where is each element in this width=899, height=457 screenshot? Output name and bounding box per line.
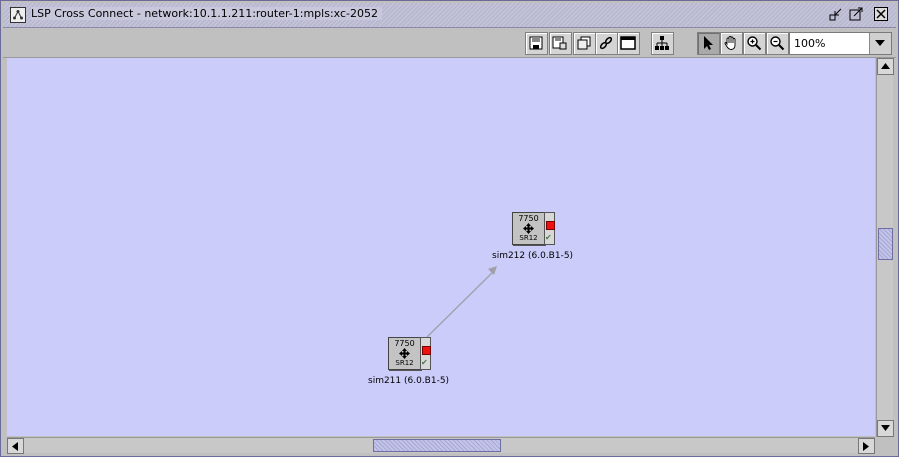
scroll-right-icon[interactable] [858,438,875,454]
router-node-sim212[interactable]: 7750 SR12 ✔ [512,212,556,246]
alarm-led-icon [422,346,431,355]
scroll-corner [876,437,892,452]
zoom-in-icon[interactable] [743,32,766,55]
zoom-out-icon[interactable] [766,32,789,55]
select-arrow-icon[interactable] [697,32,720,55]
fit-window-icon[interactable] [617,32,640,55]
layout-icon[interactable] [651,32,674,55]
minimize-icon[interactable] [829,7,843,21]
check-icon: ✔ [545,233,552,242]
zoom-value: 100% [794,37,826,50]
router-icon: 7750 SR12 [512,212,545,245]
pan-hand-icon[interactable] [720,32,743,55]
vertical-scrollbar[interactable] [876,58,894,437]
maximize-icon[interactable] [849,7,863,21]
zoom-select[interactable]: 100% [789,32,892,55]
toolbar: 100% [3,29,896,58]
move-arrows-icon [523,223,534,234]
node-label: sim211 (6.0.B1-5) [368,376,450,386]
status-panel: ✔ [544,212,555,245]
network-icon [10,7,26,23]
window-title: LSP Cross Connect - network:10.1.1.211:r… [31,7,382,20]
scroll-down-icon[interactable] [877,420,894,437]
scroll-up-icon[interactable] [877,58,894,75]
node-label: sim212 (6.0.B1-5) [492,251,574,261]
router-node-sim211[interactable]: 7750 SR12 ✔ [388,337,432,371]
vertical-scroll-thumb[interactable] [878,228,893,260]
horizontal-scrollbar[interactable] [7,437,875,454]
link-icon[interactable] [595,32,618,55]
chevron-down-icon[interactable] [869,33,891,54]
alarm-led-icon [546,221,555,230]
link-arrow-icon [488,266,497,275]
check-icon: ✔ [421,358,428,367]
window-frame: LSP Cross Connect - network:10.1.1.211:r… [0,0,899,457]
node-model: 7750 [518,214,539,223]
node-type: SR12 [519,234,538,242]
save-icon[interactable] [525,32,548,55]
horizontal-scroll-thumb[interactable] [373,439,501,452]
node-model: 7750 [394,339,415,348]
status-panel: ✔ [420,337,431,370]
title-bar[interactable]: LSP Cross Connect - network:10.1.1.211:r… [3,3,896,28]
lsp-link[interactable] [426,269,496,338]
node-type: SR12 [395,359,414,367]
save-as-icon[interactable] [549,32,572,55]
scroll-left-icon[interactable] [7,438,24,454]
topology-canvas[interactable]: 7750 SR12 ✔ sim212 (6.0.B1-5) 7750 SR12 … [7,58,875,436]
copy-icon[interactable] [573,32,596,55]
move-arrows-icon [399,348,410,359]
close-icon[interactable] [874,7,888,21]
router-icon: 7750 SR12 [388,337,421,370]
